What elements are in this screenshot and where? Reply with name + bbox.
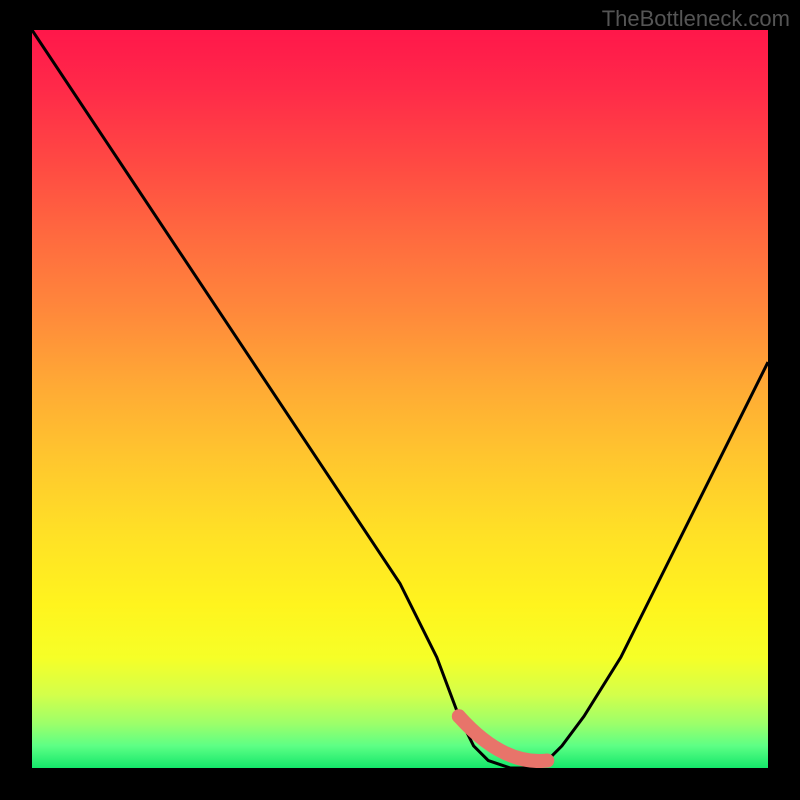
watermark-text: TheBottleneck.com xyxy=(602,6,790,32)
optimal-zone-end-dot-left xyxy=(452,709,466,723)
optimal-zone-marker xyxy=(459,716,547,761)
chart-container: TheBottleneck.com xyxy=(0,0,800,800)
curve-svg xyxy=(32,30,768,768)
optimal-zone-end-dot-right xyxy=(540,754,554,768)
bottleneck-curve-path xyxy=(32,30,768,768)
plot-area xyxy=(32,30,768,768)
